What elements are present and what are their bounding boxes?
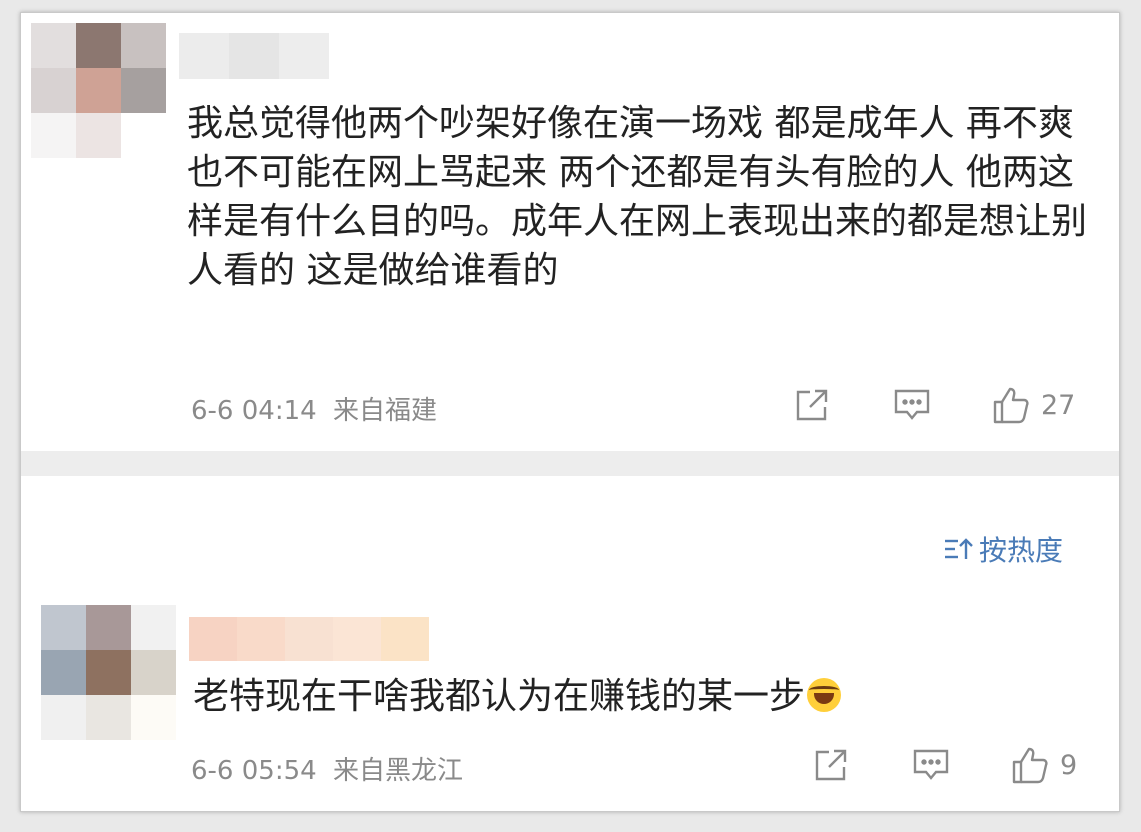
username-blurred[interactable] (179, 33, 329, 79)
comment-icon (894, 389, 930, 420)
username-blurred[interactable] (189, 617, 429, 661)
comment-button[interactable] (912, 747, 950, 783)
comment-meta: 6-6 04:14 来自福建 (191, 390, 437, 427)
section-divider (21, 451, 1119, 476)
like-count: 9 (1060, 749, 1078, 781)
avatar[interactable] (41, 605, 176, 740)
thumbs-up-icon (1012, 747, 1048, 784)
comment-location: 来自黑龙江 (332, 756, 463, 786)
comment-icon (913, 749, 949, 780)
avatar[interactable] (31, 23, 166, 158)
laughing-crying-emoji-icon (807, 678, 842, 712)
comment-button[interactable] (893, 387, 931, 423)
comment-text-content: 老特现在干啥我都认为在赚钱的某一步 (193, 676, 806, 717)
comment-text: 我总觉得他两个吵架好像在演一场戏 都是成年人 再不爽也不可能在网上骂起来 两个还… (187, 103, 1088, 291)
share-icon (815, 749, 847, 781)
comments-panel: 我总觉得他两个吵架好像在演一场戏 都是成年人 再不爽也不可能在网上骂起来 两个还… (20, 12, 1120, 812)
comment-meta: 6-6 05:54 来自黑龙江 (191, 750, 463, 787)
comment-text: 老特现在干啥我都认为在赚钱的某一步 (193, 672, 1093, 721)
sort-label: 按热度 (979, 534, 1064, 567)
comment-time: 6-6 04:14 (191, 396, 317, 426)
share-icon (796, 389, 828, 421)
sort-by-hot-button[interactable]: 按热度 (943, 529, 1063, 569)
like-button[interactable]: 9 (1010, 745, 1077, 785)
sort-icon (945, 538, 973, 559)
thumbs-up-icon (993, 387, 1029, 424)
share-button[interactable] (794, 387, 830, 423)
comment-location: 来自福建 (332, 396, 437, 426)
like-count: 27 (1041, 389, 1076, 421)
comment-time: 6-6 05:54 (191, 756, 317, 786)
share-button[interactable] (813, 747, 849, 783)
like-button[interactable]: 27 (991, 385, 1075, 425)
